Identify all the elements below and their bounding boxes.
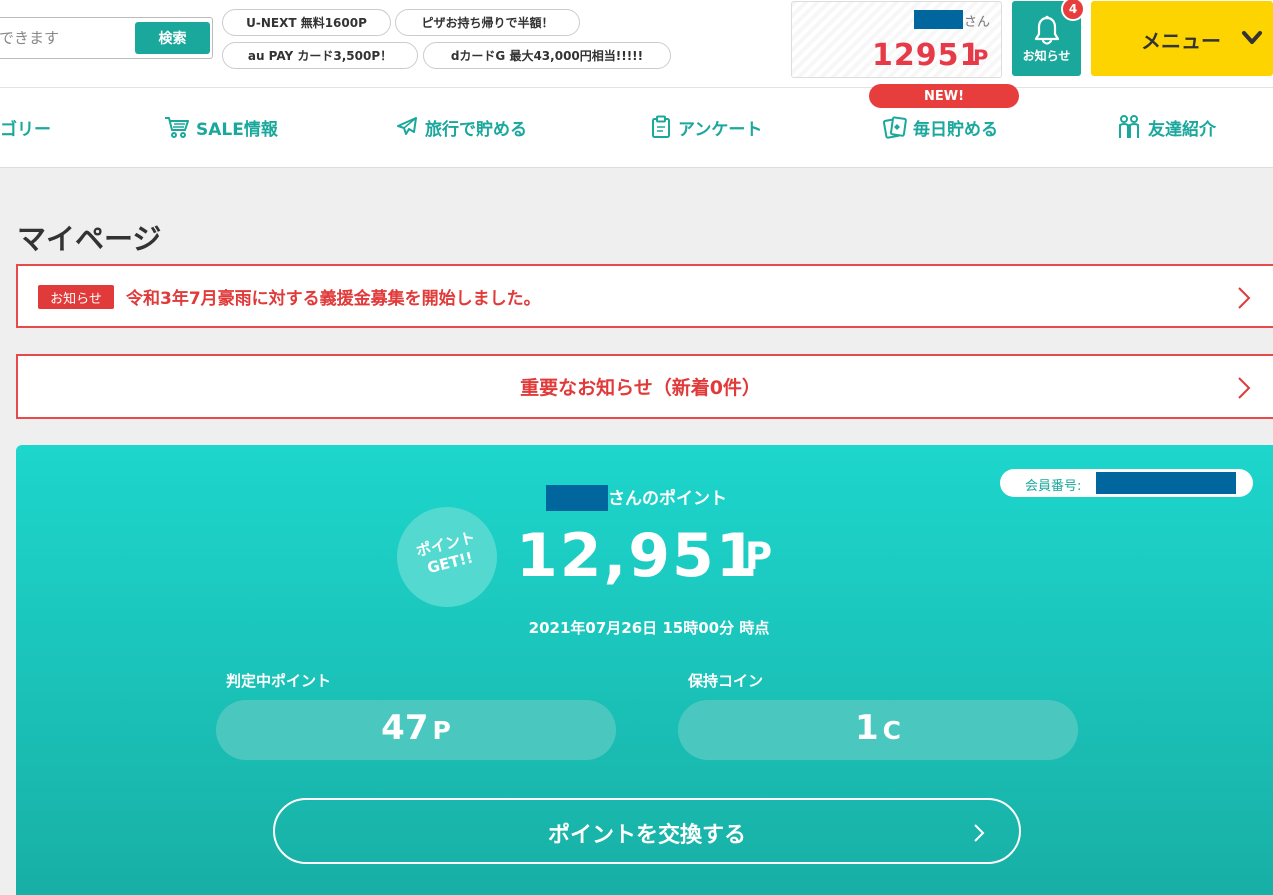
nav-item-label: 毎日貯める [913, 119, 998, 140]
chevron-right-icon [974, 824, 985, 842]
redacted-username [914, 10, 963, 29]
category-nav: ゴリー SALE情報 旅行で貯める アンケート 毎日貯める 友達紹介 [0, 88, 1273, 168]
coins-label: 保持コイン [688, 672, 764, 690]
page-title: マイページ [17, 222, 162, 256]
nav-item-label: SALE情報 [196, 119, 278, 140]
user-points-box[interactable]: さん 12951 P [791, 1, 1002, 78]
notice-banner[interactable]: お知らせ 令和3年7月豪雨に対する義援金募集を開始しました。 [16, 264, 1273, 328]
chevron-right-icon [1238, 287, 1251, 309]
cards-icon [883, 116, 907, 139]
search-input[interactable] [0, 18, 129, 58]
coins-value: 1 [854, 708, 879, 748]
search-box: 検索 [0, 17, 213, 59]
member-number-label: 会員番号: [1025, 479, 1082, 494]
exchange-points-button[interactable]: ポイントを交換する [273, 798, 1021, 864]
user-honorific: さん [964, 15, 991, 30]
search-button[interactable]: 検索 [135, 22, 210, 54]
promo-link-unext[interactable]: U-NEXT 無料1600P [222, 9, 391, 36]
pending-points: 47 P [216, 700, 616, 760]
important-notice-banner[interactable]: 重要なお知らせ（新着0件） [16, 354, 1273, 419]
pending-points-value: 47 [381, 708, 429, 748]
total-points-value: 12,951 [516, 521, 760, 591]
promo-link-aupay[interactable]: au PAY カード3,500P！ [222, 42, 418, 69]
important-notice-text: 重要なお知らせ（新着0件） [520, 377, 761, 399]
clipboard-icon [652, 115, 670, 138]
notice-tag: お知らせ [38, 285, 114, 309]
user-points-unit: P [973, 46, 989, 70]
notification-count-badge: 4 [1061, 0, 1085, 21]
user-points-value: 12951 [872, 38, 982, 73]
nav-item-label: 旅行で貯める [425, 119, 527, 140]
promo-link-dcard[interactable]: dカードG 最大43,000円相当!!!!! [423, 42, 671, 69]
cart-icon [165, 117, 189, 138]
friends-icon [1119, 115, 1139, 138]
redacted-username [546, 485, 608, 511]
exchange-points-label: ポイントを交換する [547, 823, 746, 848]
new-badge: NEW! [869, 84, 1019, 108]
total-points-unit: P [745, 535, 773, 578]
point-get-badge: ポイント GET!! [397, 507, 497, 607]
points-as-of: 2021年07月26日 15時00分 時点 [528, 619, 770, 637]
nav-item-referral[interactable]: 友達紹介 [1116, 113, 1216, 141]
notice-text: 令和3年7月豪雨に対する義援金募集を開始しました。 [126, 289, 541, 309]
points-card: 会員番号: さんのポイント ポイント GET!! 12,951 P 2021年0… [16, 445, 1273, 895]
nav-item-sale[interactable]: SALE情報 [164, 113, 278, 141]
nav-item-survey[interactable]: アンケート [650, 113, 762, 141]
bell-icon [1034, 15, 1060, 45]
chevron-down-icon [1242, 31, 1262, 44]
notifications-label: お知らせ [1022, 49, 1071, 63]
airplane-icon [397, 117, 417, 135]
nav-item-label: ゴリー [0, 119, 51, 140]
nav-item-category[interactable]: ゴリー [0, 113, 51, 141]
redacted-member-number [1096, 472, 1236, 494]
points-owner-label: さんのポイント [608, 489, 727, 509]
site-header: 検索 U-NEXT 無料1600P ピザお持ち帰りで半額！ au PAY カード… [0, 0, 1273, 88]
coins-held: 1C [678, 700, 1078, 760]
nav-item-travel[interactable]: 旅行で貯める [395, 113, 527, 141]
chevron-right-icon [1238, 377, 1251, 399]
member-number: 会員番号: [1000, 469, 1253, 497]
pending-points-label: 判定中ポイント [226, 672, 332, 690]
nav-item-label: アンケート [678, 119, 763, 140]
nav-item-daily[interactable]: 毎日貯める [883, 113, 998, 141]
coins-unit: C [882, 716, 902, 745]
pending-points-unit: P [432, 716, 451, 745]
menu-button[interactable]: メニュー [1091, 1, 1273, 76]
nav-item-label: 友達紹介 [1148, 119, 1216, 140]
menu-label: メニュー [1141, 29, 1221, 53]
promo-link-pizza[interactable]: ピザお持ち帰りで半額！ [395, 9, 580, 36]
